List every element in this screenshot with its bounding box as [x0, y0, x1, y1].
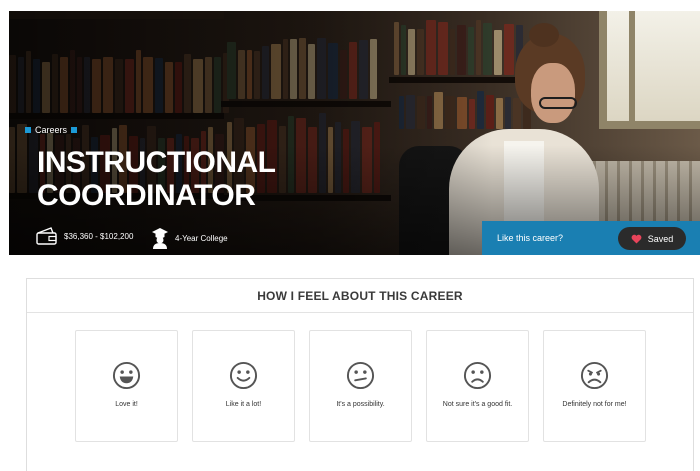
heart-icon: [631, 234, 642, 244]
feeling-option-like[interactable]: Like it a lot!: [192, 330, 295, 442]
feeling-option-not-for-me[interactable]: Definitely not for me!: [543, 330, 646, 442]
graduate-icon: [152, 228, 168, 249]
neutral-face-icon: [346, 361, 375, 390]
salary-range: $36,360 - $102,200: [64, 231, 134, 241]
feeling-heading: HOW I FEEL ABOUT THIS CAREER: [27, 279, 693, 313]
breadcrumb[interactable]: Careers: [25, 125, 81, 135]
education-info: 4-Year College: [151, 227, 228, 249]
feeling-options: Love it! Like it a lot! It's a possibili…: [75, 330, 660, 442]
feeling-option-label: Love it!: [115, 401, 138, 408]
title-line-2: COORDINATOR: [37, 179, 256, 212]
breadcrumb-careers-link[interactable]: Careers: [35, 125, 67, 135]
feeling-option-not-sure[interactable]: Not sure it's a good fit.: [426, 330, 529, 442]
breadcrumb-marker-icon: [25, 127, 31, 133]
page-title: INSTRUCTIONAL COORDINATOR: [37, 146, 337, 212]
breadcrumb-marker-icon: [71, 127, 78, 133]
like-career-prompt: Like this career?: [497, 233, 564, 243]
like-career-bar: Like this career? Saved: [482, 221, 700, 255]
feeling-option-label: Like it a lot!: [225, 401, 262, 408]
feeling-option-possibility[interactable]: It's a possibility.: [309, 330, 412, 442]
feeling-option-label: Not sure it's a good fit.: [442, 401, 513, 408]
feeling-option-love[interactable]: Love it!: [75, 330, 178, 442]
title-line-1: INSTRUCTIONAL: [37, 146, 276, 179]
salary-info: $36,360 - $102,200: [36, 227, 133, 245]
education-level: 4-Year College: [175, 233, 228, 243]
saved-button[interactable]: Saved: [618, 227, 686, 250]
career-feeling-panel: HOW I FEEL ABOUT THIS CAREER Love it! Li…: [26, 278, 694, 471]
saved-button-label: Saved: [647, 233, 674, 244]
frown-face-icon: [463, 361, 492, 390]
smile-face-icon: [229, 361, 258, 390]
career-hero: Careers INSTRUCTIONAL COORDINATOR $36,36…: [9, 11, 700, 255]
grin-face-icon: [112, 361, 141, 390]
feeling-option-label: Definitely not for me!: [562, 401, 627, 408]
wallet-icon: [36, 227, 57, 245]
sad-face-icon: [580, 361, 609, 390]
feeling-option-label: It's a possibility.: [336, 401, 385, 408]
